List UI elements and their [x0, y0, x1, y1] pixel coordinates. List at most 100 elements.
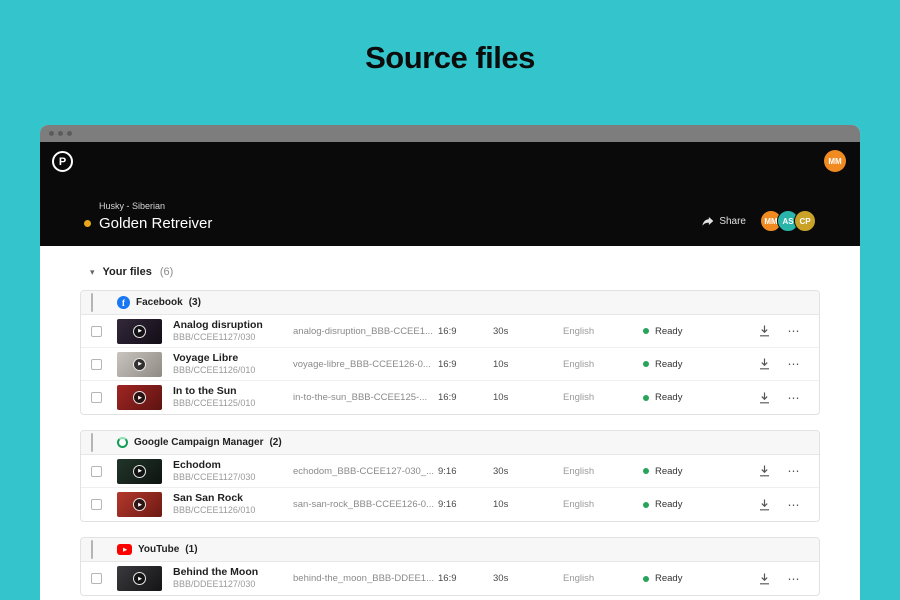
file-row[interactable]: ▶ Analog disruption BBB/CCEE1127/030 ana…	[81, 315, 819, 348]
group-name: YouTube	[138, 544, 180, 555]
row-checkbox[interactable]	[91, 392, 102, 403]
file-name: analog-disruption_BBB-CCEE1...	[293, 325, 433, 337]
video-thumbnail[interactable]: ▶	[117, 492, 162, 517]
video-thumbnail[interactable]: ▶	[117, 318, 162, 344]
share-label: Share	[719, 215, 746, 227]
file-row[interactable]: ▶ In to the Sun BBB/CCEE1125/010 in-to-t…	[81, 381, 819, 414]
aspect-ratio: 9:16	[438, 499, 457, 510]
more-options-button[interactable]: ⋯	[779, 464, 809, 478]
more-options-button[interactable]: ⋯	[779, 572, 809, 586]
browser-window: P MM Husky - Siberian Golden Retreiver S…	[40, 125, 860, 600]
status-label: Ready	[655, 392, 683, 403]
duration: 30s	[493, 573, 509, 584]
your-files-label: Your files	[102, 266, 152, 278]
window-dot-icon	[67, 131, 72, 136]
row-checkbox[interactable]	[91, 499, 102, 510]
file-row[interactable]: ▶ San San Rock BBB/CCEE1126/010 san-san-…	[81, 488, 819, 521]
user-avatar-top[interactable]: MM	[824, 150, 846, 172]
file-title-block: Analog disruption BBB/CCEE1127/030	[173, 319, 293, 343]
status-badge: Ready	[643, 466, 749, 477]
file-title: Echodom	[173, 458, 221, 471]
download-button[interactable]	[749, 325, 779, 337]
window-titlebar	[40, 125, 860, 142]
file-group: YouTube (1) ▶ Behind the Moon BBB/DDEE11…	[80, 537, 820, 596]
group-rows: ▶ Analog disruption BBB/CCEE1127/030 ana…	[81, 315, 819, 414]
file-title: Behind the Moon	[173, 566, 259, 579]
group-count: (3)	[188, 297, 201, 308]
aspect-ratio: 16:9	[438, 392, 457, 403]
file-row[interactable]: ▶ Voyage Libre BBB/CCEE1126/010 voyage-l…	[81, 348, 819, 381]
status-label: Ready	[655, 358, 683, 370]
language: English	[563, 499, 595, 510]
language: English	[563, 573, 595, 584]
language: English	[563, 465, 595, 477]
file-code: BBB/CCEE1125/010	[173, 398, 256, 409]
status-dot-icon	[643, 328, 649, 334]
status-label: Ready	[655, 465, 683, 477]
file-code: BBB/DDEE1127/030	[173, 579, 256, 590]
app-logo[interactable]: P	[52, 151, 73, 172]
file-title: San San Rock	[173, 492, 244, 505]
project-status-dot-icon	[84, 220, 91, 227]
project-header: Husky - Siberian Golden Retreiver Share …	[84, 201, 816, 232]
file-title: In to the Sun	[173, 385, 237, 398]
video-thumbnail[interactable]: ▶	[117, 351, 162, 377]
status-badge: Ready	[643, 326, 749, 337]
your-files-toggle[interactable]: ▾ Your files (6)	[90, 266, 820, 278]
group-header: Google Campaign Manager (2)	[81, 431, 819, 455]
video-thumbnail[interactable]: ▶	[117, 566, 162, 591]
status-dot-icon	[643, 361, 649, 367]
more-options-button[interactable]: ⋯	[779, 357, 809, 371]
row-checkbox[interactable]	[91, 358, 102, 370]
group-checkbox[interactable]	[91, 432, 93, 452]
row-checkbox[interactable]	[91, 465, 102, 477]
row-checkbox[interactable]	[91, 573, 102, 584]
duration: 10s	[493, 358, 509, 370]
play-icon: ▶	[133, 357, 146, 371]
status-badge: Ready	[643, 392, 749, 403]
window-dot-icon	[49, 131, 54, 136]
download-button[interactable]	[749, 499, 779, 511]
more-options-button[interactable]: ⋯	[779, 391, 809, 405]
row-checkbox[interactable]	[91, 325, 102, 337]
download-icon	[759, 358, 769, 370]
download-button[interactable]	[749, 573, 779, 585]
download-button[interactable]	[749, 358, 779, 370]
file-name: san-san-rock_BBB-CCEE126-0...	[293, 499, 434, 510]
play-icon: ▶	[133, 572, 146, 585]
file-row[interactable]: ▶ Echodom BBB/CCEE1127/030 echodom_BBB-C…	[81, 455, 819, 488]
group-checkbox[interactable]	[91, 292, 93, 312]
video-thumbnail[interactable]: ▶	[117, 458, 162, 484]
collaborator-avatar[interactable]: CP	[794, 210, 816, 232]
more-options-button[interactable]: ⋯	[779, 324, 809, 338]
language: English	[563, 325, 595, 337]
file-title-block: Echodom BBB/CCEE1127/030	[173, 459, 293, 483]
play-icon: ▶	[133, 324, 146, 338]
file-code: BBB/CCEE1126/010	[173, 505, 256, 516]
duration: 10s	[493, 499, 509, 510]
download-icon	[759, 465, 769, 477]
duration: 30s	[493, 465, 509, 477]
file-name: behind-the_moon_BBB-DDEE1...	[293, 573, 434, 584]
download-button[interactable]	[749, 392, 779, 404]
download-button[interactable]	[749, 465, 779, 477]
facebook-icon	[117, 296, 130, 309]
play-icon: ▶	[133, 498, 146, 511]
file-groups: Facebook (3) ▶ Analog disruption BBB/CCE…	[80, 290, 820, 596]
caret-down-icon: ▾	[90, 266, 95, 277]
group-rows: ▶ Echodom BBB/CCEE1127/030 echodom_BBB-C…	[81, 455, 819, 521]
group-count: (1)	[185, 544, 198, 555]
files-content: ▾ Your files (6) Facebook (3) ▶ Analog d…	[40, 246, 860, 596]
file-title-block: Voyage Libre BBB/CCEE1126/010	[173, 352, 293, 376]
group-name: Google Campaign Manager	[134, 437, 264, 448]
window-dot-icon	[58, 131, 63, 136]
file-title-block: In to the Sun BBB/CCEE1125/010	[173, 385, 293, 409]
more-options-button[interactable]: ⋯	[779, 498, 809, 512]
your-files-count: (6)	[159, 266, 174, 278]
file-name: echodom_BBB-CCEE127-030_...	[293, 465, 434, 477]
status-label: Ready	[655, 573, 683, 584]
share-button[interactable]: Share	[702, 216, 746, 227]
video-thumbnail[interactable]: ▶	[117, 385, 162, 410]
file-row[interactable]: ▶ Behind the Moon BBB/DDEE1127/030 behin…	[81, 562, 819, 595]
group-checkbox[interactable]	[91, 539, 93, 559]
